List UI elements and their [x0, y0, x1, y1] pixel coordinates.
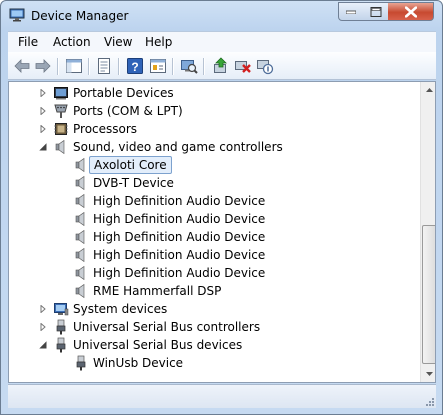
vertical-scrollbar[interactable] — [420, 82, 436, 382]
tree-item-label: High Definition Audio Device — [93, 230, 266, 244]
usb-icon — [56, 337, 66, 353]
tree-item-label: High Definition Audio Device — [93, 248, 266, 262]
ports-icon — [54, 104, 68, 118]
expand-arrow-icon[interactable] — [39, 107, 47, 115]
menu-view[interactable]: View — [104, 35, 132, 49]
properties-sheet-icon[interactable] — [95, 57, 113, 75]
tree-item-label: High Definition Audio Device — [93, 266, 266, 280]
uninstall-icon[interactable] — [234, 57, 252, 75]
tree-item-label: High Definition Audio Device — [93, 194, 266, 208]
title-bar[interactable]: Device Manager — [1, 1, 442, 31]
tree-item-hd-audio-5[interactable]: High Definition Audio Device — [9, 264, 420, 282]
toolbar-separator — [57, 58, 58, 75]
disable-icon[interactable] — [256, 57, 274, 75]
minimize-button[interactable] — [338, 2, 364, 21]
tree-item-label: Sound, video and game controllers — [73, 140, 283, 154]
toolbar: ? — [8, 52, 436, 80]
tree-item-rme-hammerfall[interactable]: RME Hammerfall DSP — [9, 282, 420, 300]
resize-grip-icon[interactable] — [424, 396, 434, 406]
toolbar-separator — [118, 58, 119, 75]
svg-text:?: ? — [131, 60, 138, 74]
collapse-arrow-icon[interactable] — [39, 341, 47, 349]
tree-item-processors[interactable]: Processors — [9, 120, 420, 138]
speaker-icon — [75, 157, 85, 173]
tree-item-label: Universal Serial Bus controllers — [73, 320, 261, 334]
tree-item-system-devices[interactable]: System devices — [9, 300, 420, 318]
scrollbar-thumb[interactable] — [422, 225, 435, 364]
maximize-icon — [370, 6, 381, 17]
back-arrow-icon[interactable] — [13, 57, 31, 75]
tree-item-axoloti-core[interactable]: Axoloti Core — [9, 156, 420, 174]
expand-arrow-icon[interactable] — [39, 305, 47, 313]
tree-item-label: Processors — [73, 122, 138, 136]
menu-action[interactable]: Action — [53, 35, 91, 49]
tree-item-usb-controllers[interactable]: Universal Serial Bus controllers — [9, 318, 420, 336]
speaker-icon — [75, 283, 85, 299]
close-icon — [404, 6, 417, 17]
forward-arrow-icon[interactable] — [34, 57, 52, 75]
tree-item-label: Ports (COM & LPT) — [73, 104, 183, 118]
toolbar-separator — [172, 58, 173, 75]
toolbar-separator — [203, 58, 204, 75]
tree-item-ports[interactable]: Ports (COM & LPT) — [9, 102, 420, 120]
tree-item-label: Portable Devices — [73, 86, 174, 100]
scan-hardware-icon[interactable] — [180, 57, 198, 75]
system-devices-icon — [54, 303, 69, 316]
speaker-icon — [75, 175, 85, 191]
usb-icon — [76, 355, 86, 371]
close-button[interactable] — [388, 2, 434, 21]
speaker-icon — [75, 211, 85, 227]
menu-help[interactable]: Help — [145, 35, 172, 49]
expand-arrow-icon[interactable] — [39, 125, 47, 133]
minimize-icon — [346, 10, 356, 14]
collapse-arrow-icon[interactable] — [39, 143, 47, 151]
speaker-icon — [75, 247, 85, 263]
tree-item-portable-devices[interactable]: Portable Devices — [9, 84, 420, 102]
tree-item-label: System devices — [73, 302, 168, 316]
menu-bar: File Action View Help — [8, 31, 436, 52]
tree-item-hd-audio-1[interactable]: High Definition Audio Device — [9, 192, 420, 210]
tree-item-label: RME Hammerfall DSP — [93, 284, 222, 298]
speaker-icon — [75, 193, 85, 209]
expand-arrow-icon[interactable] — [39, 323, 47, 331]
tree-item-label: Universal Serial Bus devices — [73, 338, 243, 352]
window-title: Device Manager — [31, 9, 129, 23]
portable-devices-icon — [54, 87, 68, 100]
tree-item-dvbt-device[interactable]: DVB-T Device — [9, 174, 420, 192]
tree-item-winusb-device[interactable]: WinUsb Device — [9, 354, 420, 372]
toolbar-separator — [88, 58, 89, 75]
scroll-up-icon[interactable] — [422, 82, 436, 98]
device-manager-icon — [9, 8, 25, 22]
processor-icon — [54, 123, 68, 135]
menu-file[interactable]: File — [18, 35, 38, 49]
expand-arrow-icon[interactable] — [39, 89, 47, 97]
tree-item-label-selected: Axoloti Core — [89, 156, 172, 174]
tree-item-label: WinUsb Device — [93, 356, 184, 370]
console-tree-icon[interactable] — [65, 57, 83, 75]
usb-icon — [56, 319, 66, 335]
help-icon[interactable]: ? — [126, 57, 144, 75]
tree-item-hd-audio-3[interactable]: High Definition Audio Device — [9, 228, 420, 246]
tree-item-hd-audio-4[interactable]: High Definition Audio Device — [9, 246, 420, 264]
device-manager-window: Device Manager File Action View Help ? P… — [0, 0, 443, 415]
status-bar — [8, 384, 436, 408]
device-tree[interactable]: Portable Devices Ports (COM & LPT) Proce… — [8, 81, 436, 383]
speaker-icon — [75, 229, 85, 245]
maximize-button[interactable] — [363, 2, 389, 21]
tree-item-hd-audio-2[interactable]: High Definition Audio Device — [9, 210, 420, 228]
properties-icon[interactable] — [149, 57, 167, 75]
tree-item-label: High Definition Audio Device — [93, 212, 266, 226]
speaker-icon — [75, 265, 85, 281]
update-driver-icon[interactable] — [212, 57, 230, 75]
scroll-down-icon[interactable] — [422, 366, 436, 382]
tree-item-sound-video-game[interactable]: Sound, video and game controllers — [9, 138, 420, 156]
speaker-icon — [55, 139, 65, 155]
tree-item-label: DVB-T Device — [93, 176, 174, 190]
tree-item-usb-devices[interactable]: Universal Serial Bus devices — [9, 336, 420, 354]
